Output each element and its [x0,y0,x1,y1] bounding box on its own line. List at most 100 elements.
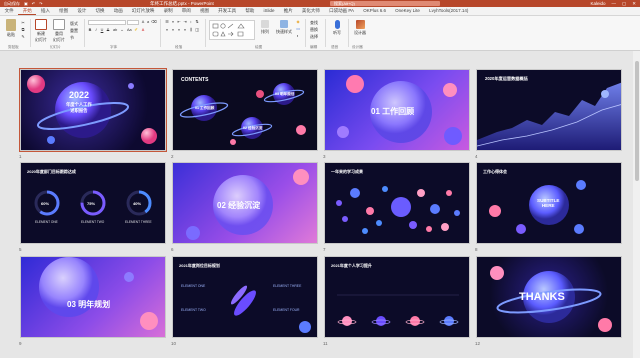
tab-19[interactable]: LvyhTools(2017.14) [425,7,473,15]
ring-value-2: 75% [87,201,96,206]
save-icon[interactable]: ▣ [24,1,28,6]
text-shadow-icon[interactable]: ab [113,28,117,32]
paste-button[interactable]: 粘贴 [6,19,16,38]
tab-9[interactable]: 审阅 [177,7,195,15]
tab-15[interactable]: 美化大师 [297,7,324,15]
align-center-icon[interactable]: ≡ [171,28,175,32]
scrollbar-thumb[interactable] [634,61,639,181]
bullets-icon[interactable]: ☰ [165,20,169,24]
window-controls: Kaleido — ▢ ✕ [590,0,636,7]
tab-1[interactable]: 开始 [18,7,37,15]
shape-fill-icon[interactable]: ◈ [296,20,300,24]
italic-button[interactable]: I [94,28,98,32]
decor-ball [376,220,382,226]
section-button[interactable]: 节 [70,35,74,41]
copy-icon[interactable]: ⧉ [21,28,25,32]
slide-title: 工作心得体会 [483,169,507,174]
redo-icon[interactable]: ↷ [39,1,42,6]
tab-2[interactable]: 插入 [36,7,54,15]
tab-7[interactable]: 幻灯片放映 [127,7,159,15]
text-direction-icon[interactable]: ⇅ [195,20,199,24]
new-slide-button[interactable]: 新建 幻灯片 [34,19,48,43]
close-button[interactable]: ✕ [632,1,636,7]
font-size-box[interactable] [127,20,139,25]
tab-17[interactable]: OKPlus 6.6 [359,7,391,15]
quick-styles-icon [280,20,288,28]
tab-11[interactable]: 开发工具 [214,7,241,15]
align-left-icon[interactable]: ≡ [165,28,169,32]
numbering-icon[interactable]: ≡ [171,20,175,24]
vertical-scrollbar[interactable] [633,51,640,358]
font-color-icon[interactable]: A [141,28,145,32]
arrange-icon [261,20,269,28]
goal-item-2: ELEMENT TWO [181,308,206,312]
tab-18[interactable]: OneKey Lite [391,7,425,15]
contents-item-2: 02 经验沉淀 [243,126,263,130]
decor-ball [350,188,360,198]
grow-font-icon[interactable]: A [141,20,145,24]
slide-title: 2020年度部门目标跟踪达成 [27,169,76,174]
columns-icon[interactable]: ⫼ [189,28,193,32]
layout-button[interactable]: 版式 [70,21,78,27]
search-box[interactable]: 搜索(Alt+Q) [330,1,440,6]
tab-0[interactable]: 文件 [0,7,18,15]
reset-button[interactable]: 重置 [70,28,78,34]
change-case-icon[interactable]: Aa [127,28,132,32]
maximize-button[interactable]: ▢ [622,1,626,7]
tab-10[interactable]: 视图 [195,7,213,15]
tab-12[interactable]: 帮助 [241,7,259,15]
format-painter-icon[interactable]: ✎ [21,35,25,39]
section-title: 03 明年规划 [67,300,111,309]
cut-icon[interactable]: ✂ [21,21,25,25]
undo-icon[interactable]: ↶ [32,1,35,6]
separator [160,19,161,47]
decrease-indent-icon[interactable]: ⇤ [177,20,181,24]
slide-number: 7 [323,247,326,252]
arrange-button[interactable]: 排列 [258,20,272,35]
highlight-icon[interactable]: ✐ [134,28,138,32]
tab-8[interactable]: 录制 [159,7,177,15]
tab-3[interactable]: 绘图 [55,7,73,15]
shrink-font-icon[interactable]: a [146,20,150,24]
autosave-toggle[interactable]: 自动保存 [4,1,20,7]
strikethrough-button[interactable]: S [106,28,110,32]
tab-13[interactable]: iSlide [259,7,279,15]
replace-button[interactable]: 替换 [310,27,318,33]
quick-styles-button[interactable]: 快速样式 [276,20,292,35]
minimize-button[interactable]: — [611,1,616,6]
ring-label-1: ELEMENT ONE [35,220,58,224]
slide-canvas: 2022 年度个人工作 述职报告 [19,68,167,152]
char-spacing-icon[interactable]: ↔ [120,28,124,32]
line-spacing-icon[interactable]: ↕ [189,20,193,24]
decor-ball [382,186,388,192]
slide-title: CONTENTS [181,77,209,83]
clear-format-icon[interactable]: ⌫ [151,20,156,24]
dictate-button[interactable]: 听写 [330,20,344,36]
slide-canvas: THANKS [476,256,622,338]
reuse-slides-icon [53,19,65,30]
bold-button[interactable]: B [88,28,92,32]
title-bar: 自动保存 ▣ ↶ ↷ 年终工作总结.pptx - PowerPoint 搜索(A… [0,0,640,7]
designer-button[interactable]: 设计器 [352,20,368,36]
shape-outline-icon[interactable]: ▭ [296,27,300,31]
cover-artwork [27,75,157,144]
tab-5[interactable]: 切换 [91,7,109,15]
increase-indent-icon[interactable]: ⇥ [183,20,187,24]
tab-6[interactable]: 动画 [109,7,127,15]
select-button[interactable]: 选择 [310,34,318,40]
shapes-gallery[interactable] [209,20,255,40]
separator [325,19,326,47]
reuse-slides-button[interactable]: 重用 幻灯片 [52,19,66,43]
find-button[interactable]: 查找 [310,20,318,26]
justify-icon[interactable]: ≡ [183,28,187,32]
underline-button[interactable]: U [100,28,104,32]
group-label-drawing: 绘图 [255,45,263,49]
account-name[interactable]: Kaleido [590,1,605,6]
smartart-icon[interactable]: ◫ [195,28,199,32]
tab-16[interactable]: 口袋动画 PA [325,7,359,15]
font-name-box[interactable] [88,20,126,25]
tab-14[interactable]: 推片 [279,7,297,15]
shape-effects-icon[interactable]: ◐ [296,34,300,38]
align-right-icon[interactable]: ≡ [177,28,181,32]
tab-4[interactable]: 设计 [73,7,91,15]
